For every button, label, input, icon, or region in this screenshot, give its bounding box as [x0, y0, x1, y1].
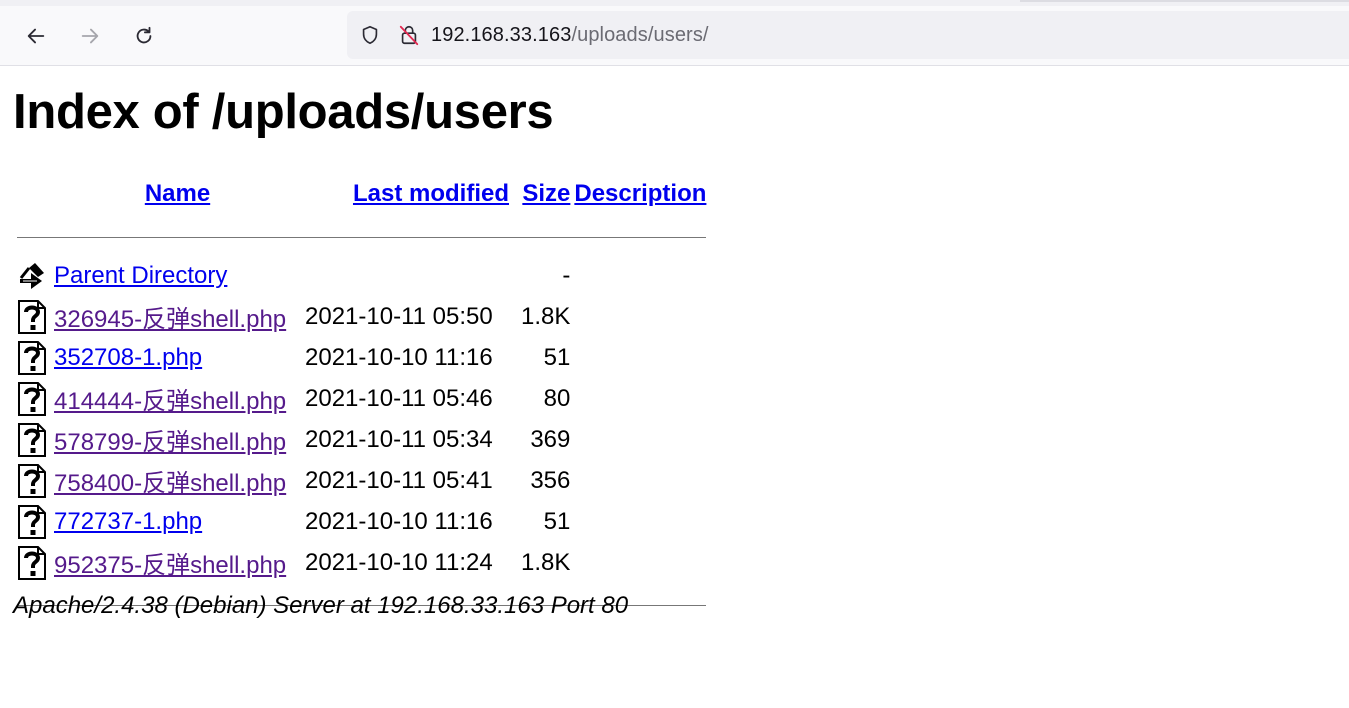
name-cell: 758400-反弹shell.php	[53, 461, 302, 500]
size-cell: 1.8K	[521, 548, 571, 576]
file-link[interactable]: 952375-反弹shell.php	[54, 552, 286, 579]
description-cell	[573, 502, 707, 541]
table-row: 772737-1.php 2021-10-10 11:16 51	[16, 502, 707, 541]
table-header-row: Name Last modified Size Description	[16, 175, 707, 213]
name-cell: 578799-反弹shell.php	[53, 420, 302, 459]
description-cell	[573, 338, 707, 377]
modified-cell: 2021-10-11 05:46	[305, 384, 493, 412]
size-cell: 51	[543, 507, 571, 535]
size-cell: 356	[530, 466, 571, 494]
address-bar[interactable]: 192.168.33.163/uploads/users/	[347, 11, 1349, 59]
size-cell: 1.8K	[521, 302, 571, 330]
unknown-file-icon	[16, 379, 51, 418]
insecure-lock-icon[interactable]	[397, 23, 421, 47]
back-button[interactable]	[19, 19, 53, 53]
url-host: 192.168.33.163	[431, 23, 572, 46]
arrow-left-icon	[27, 28, 45, 44]
size-header: Size	[520, 175, 571, 213]
file-link[interactable]: 758400-反弹shell.php	[54, 470, 286, 497]
name-header: Name	[53, 175, 302, 213]
sort-by-name-link[interactable]: Name	[145, 180, 210, 207]
page-title: Index of /uploads/users	[13, 85, 554, 139]
name-cell: 952375-反弹shell.php	[53, 543, 302, 582]
modified-cell: 2021-10-11 05:34	[305, 425, 493, 453]
description-cell	[573, 543, 707, 582]
unknown-file-icon	[16, 461, 51, 500]
name-cell: 772737-1.php	[53, 502, 302, 541]
parent-directory-link[interactable]: Parent Directory	[54, 262, 227, 289]
icon-header	[16, 175, 51, 213]
file-link[interactable]: 326945-反弹shell.php	[54, 306, 286, 333]
reload-button[interactable]	[127, 19, 161, 53]
unknown-file-icon	[16, 502, 51, 541]
file-link[interactable]: 578799-反弹shell.php	[54, 429, 286, 456]
tab-strip	[0, 0, 1349, 6]
unknown-file-icon	[16, 297, 51, 336]
modified-cell: 2021-10-10 11:16	[305, 343, 493, 371]
name-cell: 414444-反弹shell.php	[53, 379, 302, 418]
description-cell	[573, 379, 707, 418]
shield-icon[interactable]	[358, 23, 382, 47]
url-path: /uploads/users/	[571, 23, 709, 46]
table-row: Parent Directory -	[16, 256, 707, 295]
table-row: 414444-反弹shell.php 2021-10-11 05:46 80	[16, 379, 707, 418]
table-row: 352708-1.php 2021-10-10 11:16 51	[16, 338, 707, 377]
unknown-file-icon	[16, 338, 51, 377]
reload-icon	[136, 26, 152, 44]
last-modified-header: Last modified	[304, 175, 518, 213]
directory-listing: Name Last modified Size Description Pare…	[14, 173, 709, 625]
page-content: Index of /uploads/users Name Last modifi…	[0, 66, 1349, 708]
file-link[interactable]: 772737-1.php	[54, 508, 202, 535]
modified-cell: 2021-10-11 05:41	[305, 466, 493, 494]
arrow-right-icon	[81, 28, 99, 44]
unknown-file-icon	[16, 543, 51, 582]
size-cell: 51	[543, 343, 571, 371]
divider	[17, 237, 707, 238]
size-cell: -	[562, 261, 571, 289]
url-text[interactable]: 192.168.33.163/uploads/users/	[431, 24, 709, 47]
unknown-file-icon	[16, 420, 51, 459]
table-row: 326945-反弹shell.php 2021-10-11 05:50 1.8K	[16, 297, 707, 336]
forward-button[interactable]	[73, 19, 107, 53]
name-cell: Parent Directory	[53, 256, 302, 295]
parent-directory-icon	[16, 256, 51, 295]
server-signature: Apache/2.4.38 (Debian) Server at 192.168…	[13, 592, 629, 619]
sort-by-size-link[interactable]: Size	[522, 180, 570, 207]
size-cell: 80	[543, 384, 571, 412]
name-cell: 352708-1.php	[53, 338, 302, 377]
name-cell: 326945-反弹shell.php	[53, 297, 302, 336]
modified-cell	[304, 256, 518, 295]
description-cell	[573, 420, 707, 459]
size-cell: 369	[530, 425, 571, 453]
table-row: 952375-反弹shell.php 2021-10-10 11:24 1.8K	[16, 543, 707, 582]
browser-toolbar: 192.168.33.163/uploads/users/	[0, 0, 1349, 66]
table-row: 578799-反弹shell.php 2021-10-11 05:34 369	[16, 420, 707, 459]
sort-by-description-link[interactable]: Description	[574, 180, 706, 207]
description-cell	[573, 461, 707, 500]
modified-cell: 2021-10-11 05:50	[305, 302, 493, 330]
file-link[interactable]: 414444-反弹shell.php	[54, 388, 286, 415]
sort-by-modified-link[interactable]: Last modified	[353, 180, 509, 207]
table-row: 758400-反弹shell.php 2021-10-11 05:41 356	[16, 461, 707, 500]
file-link[interactable]: 352708-1.php	[54, 344, 202, 371]
description-cell	[573, 297, 707, 336]
description-header: Description	[573, 175, 707, 213]
description-cell	[573, 256, 707, 295]
modified-cell: 2021-10-10 11:24	[305, 548, 493, 576]
modified-cell: 2021-10-10 11:16	[305, 507, 493, 535]
